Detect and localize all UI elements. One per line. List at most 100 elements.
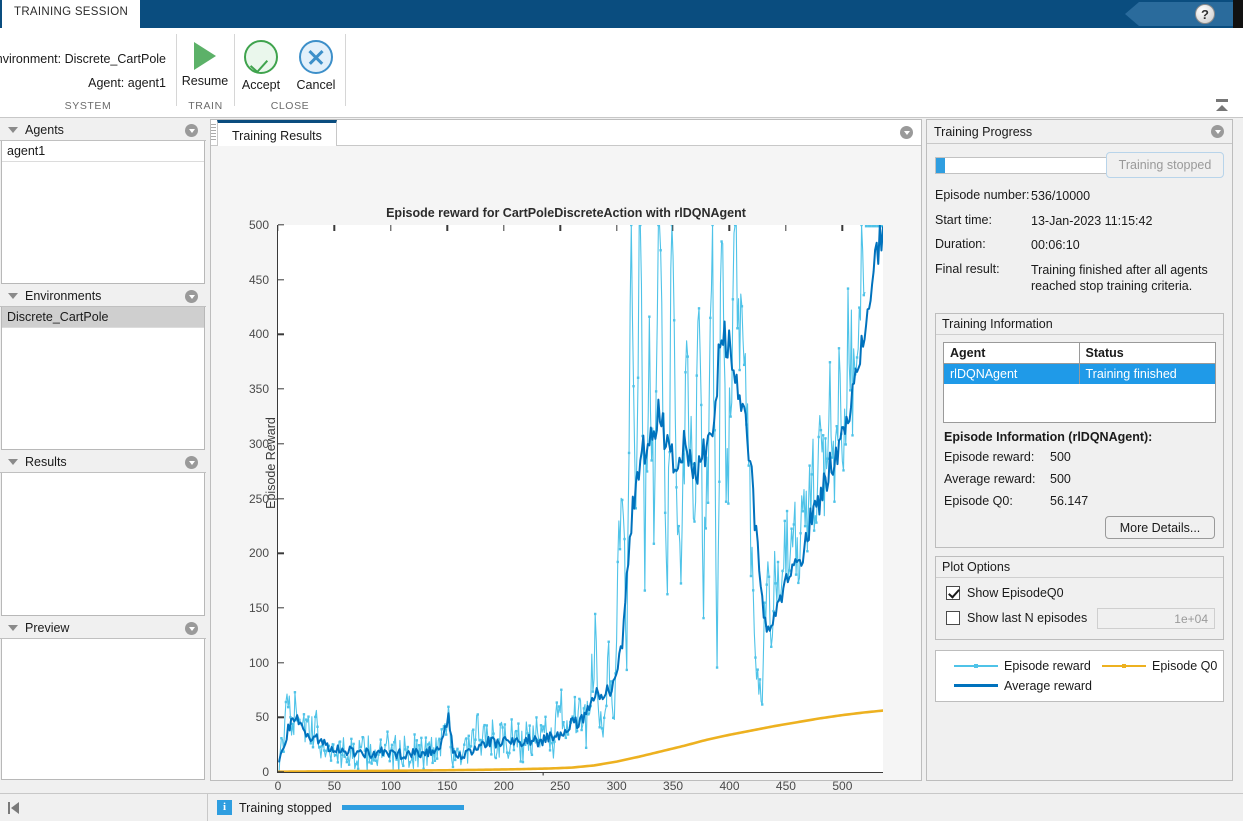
chart-x-tick-label: 200: [494, 772, 514, 793]
episode-information-title: Episode Information (rlDQNAgent):: [944, 430, 1215, 444]
legend-label-episode-q0: Episode Q0: [1152, 659, 1217, 673]
field-final-result: Final result: Training finished after al…: [935, 258, 1224, 299]
field-start-time: Start time: 13-Jan-2023 11:15:42: [935, 209, 1224, 234]
chart-x-tick-label: 450: [776, 772, 796, 793]
chart-x-tick-mark: [334, 225, 335, 231]
drag-grip-icon[interactable]: [211, 124, 216, 142]
document-area: Training Results Episode reward for Cart…: [210, 119, 922, 781]
ribbon-group-close: Accept Cancel CLOSE: [235, 28, 345, 118]
list-item-discrete-cartpole[interactable]: Discrete_CartPole: [2, 307, 204, 328]
field-final-result-key: Final result:: [935, 262, 1031, 276]
chart-x-tick-mark: [559, 225, 560, 231]
document-panel-menu-icon[interactable]: [900, 126, 913, 139]
legend-item-episode-q0: Episode Q0: [1102, 659, 1217, 673]
field-episode-reward-value: 500: [1050, 450, 1071, 464]
table-row[interactable]: rlDQNAgent Training finished: [944, 364, 1215, 384]
sidebar-panel-environments: Environments Discrete_CartPole: [0, 285, 206, 450]
ribbon-tab-training-session[interactable]: TRAINING SESSION: [2, 0, 140, 28]
left-sidebar: Agents agent1 Environments Discrete_Cart…: [0, 119, 206, 781]
help-chip-background: [1125, 2, 1235, 26]
environment-info: Environment: Discrete_CartPole: [0, 52, 166, 66]
list-item-agent1[interactable]: agent1: [2, 141, 204, 162]
legend-label-episode-reward: Episode reward: [1004, 659, 1091, 673]
ribbon-group-train-label: TRAIN: [177, 100, 234, 112]
panel-header-agents[interactable]: Agents: [0, 119, 206, 141]
chart-x-tick-label: 0: [275, 772, 282, 793]
field-episode-reward: Episode reward: 500: [944, 446, 1215, 468]
info-icon: i: [217, 800, 232, 815]
check-circle-icon: [244, 40, 278, 74]
field-average-reward: Average reward: 500: [944, 468, 1215, 490]
chart-x-tick-label: 350: [663, 772, 683, 793]
panel-title-environments: Environments: [25, 289, 101, 303]
panel-header-results[interactable]: Results: [0, 451, 206, 473]
field-start-time-value: 13-Jan-2023 11:15:42: [1031, 213, 1224, 230]
panel-title-agents: Agents: [25, 123, 64, 137]
skip-to-start-icon[interactable]: [8, 802, 22, 814]
show-episode-q0-checkbox[interactable]: [946, 586, 960, 600]
panel-header-training-progress[interactable]: Training Progress: [927, 120, 1232, 144]
chart-y-tick-mark: [278, 717, 284, 718]
agent-info: Agent: agent1: [88, 76, 166, 90]
field-average-reward-key: Average reward:: [944, 472, 1050, 486]
table-empty-space: [944, 384, 1215, 422]
panel-header-preview[interactable]: Preview: [0, 617, 206, 639]
plot-options-title: Plot Options: [936, 557, 1223, 578]
show-episode-q0-label: Show EpisodeQ0: [967, 586, 1064, 600]
play-icon: [194, 42, 216, 70]
chart-x-tick-label: 250: [550, 772, 570, 793]
progress-row: Training stopped: [935, 152, 1224, 182]
tab-training-results[interactable]: Training Results: [217, 120, 337, 146]
chart-plot-area: 0501001502002503003504004505000501001502…: [277, 225, 883, 773]
chart-x-tick-label: 50: [328, 772, 341, 793]
chart-y-tick-mark: [278, 224, 284, 225]
chart-legend: Episode reward Average reward Episode Q0: [935, 650, 1224, 702]
show-last-n-input[interactable]: 1e+04: [1097, 608, 1215, 629]
chart-y-tick-label: 350: [249, 382, 278, 396]
panel-menu-icon-training-progress[interactable]: [1211, 125, 1224, 138]
panel-menu-icon-results[interactable]: [185, 456, 198, 469]
resume-button-label: Resume: [173, 74, 237, 88]
status-message: Training stopped: [239, 801, 332, 815]
chevron-down-icon[interactable]: [8, 127, 18, 133]
field-final-result-value: Training finished after all agents reach…: [1031, 262, 1224, 295]
cell-status: Training finished: [1080, 364, 1216, 384]
panel-menu-icon-agents[interactable]: [185, 124, 198, 137]
show-last-n-row[interactable]: Show last N episodes 1e+04: [946, 608, 1215, 629]
chevron-down-icon[interactable]: [8, 625, 18, 631]
chart-x-tick-label: 150: [437, 772, 457, 793]
training-information-table: Agent Status rlDQNAgent Training finishe…: [943, 342, 1216, 423]
cancel-button[interactable]: Cancel: [284, 36, 348, 92]
chart-y-tick-label: 200: [249, 546, 278, 560]
chart-y-tick-mark: [278, 334, 284, 335]
help-icon[interactable]: ?: [1195, 4, 1215, 24]
chart-y-tick-label: 100: [249, 656, 278, 670]
field-episode-reward-key: Episode reward:: [944, 450, 1050, 464]
chevron-down-icon[interactable]: [8, 459, 18, 465]
training-progress-bar: [935, 157, 1107, 174]
ribbon-group-system: Environment: Discrete_CartPole Agent: ag…: [0, 28, 176, 118]
resume-button[interactable]: Resume: [173, 36, 237, 88]
ribbon-separator: [345, 34, 346, 106]
training-stopped-button[interactable]: Training stopped: [1106, 152, 1224, 178]
panel-title-results: Results: [25, 455, 67, 469]
chart-series-svg: [278, 225, 883, 772]
show-episode-q0-row[interactable]: Show EpisodeQ0: [946, 586, 1215, 600]
field-duration: Duration: 00:06:10: [935, 233, 1224, 258]
chart-x-tick-mark: [503, 225, 504, 231]
cancel-button-label: Cancel: [284, 78, 348, 92]
collapse-ribbon-icon[interactable]: [1213, 99, 1231, 113]
panel-menu-icon-preview[interactable]: [185, 622, 198, 635]
more-details-button[interactable]: More Details...: [1105, 516, 1215, 539]
show-last-n-checkbox[interactable]: [946, 611, 960, 625]
chart-y-tick-label: 300: [249, 437, 278, 451]
field-start-time-key: Start time:: [935, 213, 1031, 227]
chart-y-tick-mark: [278, 279, 284, 280]
legend-item-episode-reward: Episode reward: [954, 659, 1091, 673]
panel-menu-icon-environments[interactable]: [185, 290, 198, 303]
sidebar-panel-results: Results: [0, 451, 206, 616]
chart-x-tick-label: 500: [832, 772, 852, 793]
chevron-down-icon[interactable]: [8, 293, 18, 299]
panel-header-environments[interactable]: Environments: [0, 285, 206, 307]
chart-y-tick-label: 450: [249, 273, 278, 287]
